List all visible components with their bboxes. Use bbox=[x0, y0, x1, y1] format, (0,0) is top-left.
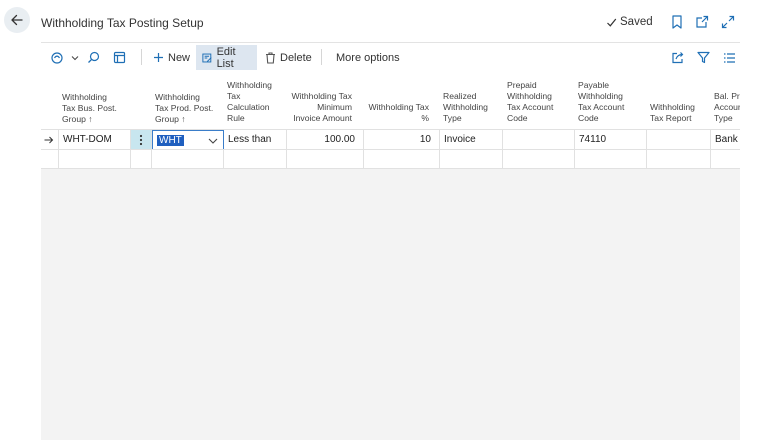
cell-calculation-rule[interactable]: Less than bbox=[224, 130, 287, 149]
delete-button[interactable]: Delete bbox=[259, 45, 318, 70]
more-options-button[interactable]: More options bbox=[330, 45, 406, 70]
empty-cell[interactable] bbox=[711, 150, 740, 169]
search-button[interactable] bbox=[81, 45, 106, 70]
expand-icon bbox=[721, 15, 735, 29]
cell-tax-percent[interactable]: 10 bbox=[364, 130, 440, 149]
page-icon bbox=[113, 51, 126, 64]
action-bar: New Edit List Delete More options bbox=[41, 42, 740, 70]
list-view-icon bbox=[724, 52, 735, 63]
search-icon bbox=[88, 51, 100, 63]
edit-list-label: Edit List bbox=[216, 45, 236, 70]
filter-icon bbox=[697, 51, 710, 64]
empty-cell[interactable] bbox=[575, 150, 647, 169]
check-icon bbox=[607, 18, 617, 27]
bookmark-icon bbox=[672, 15, 682, 29]
empty-cell[interactable] bbox=[503, 150, 575, 169]
arrow-right-icon bbox=[44, 136, 54, 143]
data-grid: Withholding Tax Bus. Post. Group ↑ Withhol… bbox=[41, 70, 740, 169]
edit-list-icon bbox=[202, 53, 212, 62]
cell-prepaid-account[interactable] bbox=[503, 130, 575, 149]
empty-cell[interactable] bbox=[364, 150, 440, 169]
cell-tax-report[interactable] bbox=[647, 130, 711, 149]
saved-label: Saved bbox=[620, 16, 653, 28]
more-options-label: More options bbox=[336, 51, 400, 64]
column-header-prod-post-group[interactable]: Withholding Tax Prod. Post. Group ↑ bbox=[155, 92, 213, 125]
empty-cell[interactable] bbox=[647, 150, 711, 169]
saved-status: Saved bbox=[606, 16, 653, 28]
empty-cell[interactable] bbox=[152, 150, 224, 169]
share-button[interactable] bbox=[665, 45, 690, 70]
empty-cell bbox=[131, 150, 152, 169]
share-icon bbox=[672, 52, 684, 64]
more-vertical-icon bbox=[139, 134, 143, 145]
delete-label: Delete bbox=[280, 51, 312, 64]
row-actions-button[interactable] bbox=[131, 130, 152, 149]
cell-prod-post-group[interactable]: WHT bbox=[157, 134, 184, 146]
column-header-tax-report[interactable]: Withholding Tax Report bbox=[650, 102, 695, 124]
copilot-button[interactable] bbox=[45, 45, 85, 70]
separator bbox=[141, 49, 142, 65]
empty-cell[interactable] bbox=[224, 150, 287, 169]
empty-cell[interactable] bbox=[287, 150, 364, 169]
open-new-window-icon bbox=[696, 15, 709, 28]
trash-icon bbox=[266, 51, 275, 64]
list-view-button[interactable] bbox=[717, 45, 742, 70]
open-new-window-button[interactable] bbox=[693, 13, 711, 31]
empty-row[interactable] bbox=[41, 149, 740, 169]
column-header-prepaid-account[interactable]: Prepaid Withholding Tax Account Code bbox=[507, 80, 553, 124]
column-header-realized-type[interactable]: Realized Withholding Type bbox=[443, 91, 488, 124]
column-header-bal-prepaid-type[interactable]: Bal. PreAccounType bbox=[714, 91, 740, 124]
page-title: Withholding Tax Posting Setup bbox=[41, 16, 204, 30]
cell-min-invoice-amount[interactable]: 100.00 bbox=[287, 130, 364, 149]
cell-payable-account[interactable]: 74110 bbox=[575, 130, 647, 149]
prod-post-group-dropdown[interactable]: WHT bbox=[152, 130, 224, 150]
edit-list-button[interactable]: Edit List bbox=[196, 45, 257, 70]
column-header-payable-account[interactable]: Payable Withholding Tax Account Code bbox=[578, 80, 624, 124]
row-indicator bbox=[41, 130, 59, 149]
table-row[interactable]: WHT-DOM WHT Less than 100.00 10 Invoice … bbox=[41, 129, 740, 150]
plus-icon bbox=[154, 53, 163, 62]
cell-bal-prepaid-type[interactable]: Bank A bbox=[711, 130, 740, 149]
expand-button[interactable] bbox=[719, 13, 737, 31]
column-header-bus-post-group[interactable]: Withholding Tax Bus. Post. Group ↑ bbox=[62, 92, 117, 125]
back-arrow-icon bbox=[11, 14, 23, 26]
cell-bus-post-group[interactable]: WHT-DOM bbox=[59, 130, 131, 149]
column-header-calculation-rule[interactable]: Withholding Tax Calculation Rule bbox=[227, 80, 272, 124]
back-button[interactable] bbox=[4, 7, 30, 33]
empty-cell[interactable] bbox=[440, 150, 503, 169]
copilot-icon bbox=[51, 51, 63, 64]
separator bbox=[321, 49, 322, 65]
page-view-button[interactable] bbox=[107, 45, 132, 70]
column-header-tax-percent[interactable]: Withholding Tax% bbox=[363, 102, 429, 124]
grid-area: Withholding Tax Bus. Post. Group ↑ Withhol… bbox=[41, 70, 740, 440]
chevron-down-icon bbox=[71, 55, 79, 60]
cell-realized-type[interactable]: Invoice bbox=[440, 130, 503, 149]
new-button[interactable]: New bbox=[147, 45, 196, 70]
column-header-min-invoice-amount[interactable]: Withholding Tax Minimum Invoice Amount bbox=[287, 91, 352, 124]
empty-cell bbox=[41, 150, 59, 169]
chevron-down-icon bbox=[208, 138, 218, 144]
new-label: New bbox=[168, 51, 191, 64]
empty-cell[interactable] bbox=[59, 150, 131, 169]
bookmark-button[interactable] bbox=[668, 13, 686, 31]
filter-button[interactable] bbox=[691, 45, 716, 70]
